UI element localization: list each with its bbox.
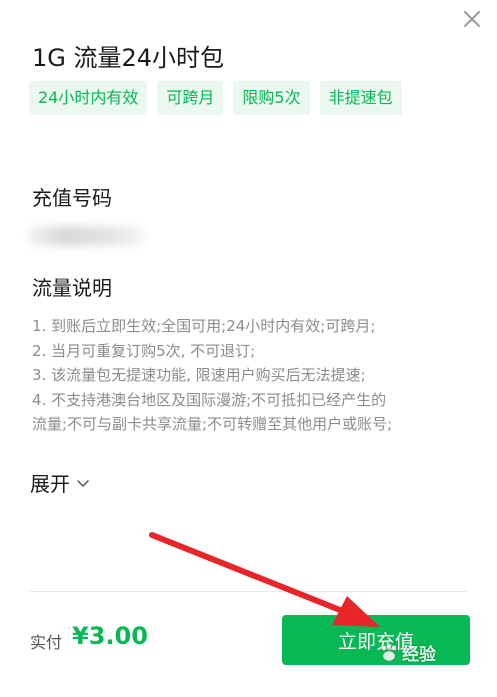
package-tags: 24小时内有效 可跨月 限购5次 非提速包 <box>29 81 402 115</box>
recharge-now-button[interactable]: 立即充值 <box>282 615 470 665</box>
description-line: 3. 该流量包无提速功能, 限速用户购买后无法提速; <box>32 366 366 384</box>
description-line: 2. 当月可重复订购5次, 不可退订; <box>32 341 256 360</box>
close-button[interactable] <box>461 8 483 30</box>
tag-validity: 24小时内有效 <box>29 81 148 115</box>
footer-divider <box>30 591 467 592</box>
chevron-down-icon <box>77 479 89 487</box>
description-label: 流量说明 <box>32 276 112 300</box>
watermark: 经验 <box>378 640 436 665</box>
recharge-number-value-blurred <box>28 226 148 246</box>
expand-button[interactable]: 展开 <box>30 468 90 497</box>
paw-icon <box>381 642 397 661</box>
pay-amount: ¥3.00 <box>72 622 148 650</box>
recharge-number-label: 充值号码 <box>32 186 112 210</box>
expand-label: 展开 <box>30 472 70 496</box>
watermark-text: 经验 <box>402 645 436 665</box>
tag-cross-month: 可跨月 <box>157 81 224 115</box>
close-icon <box>464 11 480 27</box>
package-detail-sheet: 1G 流量24小时包 24小时内有效 可跨月 限购5次 非提速包 充值号码 流量… <box>0 0 497 697</box>
description-list: 1. 到账后立即生效;全国可用;24小时内有效;可跨月; 2. 当月可重复订购5… <box>32 314 477 437</box>
description-line: 4. 不支持港澳台地区及国际漫游;不可抵扣已经产生的 <box>32 390 387 409</box>
description-line: 流量;不可与副卡共享流量;不可转赠至其他用户或账号; <box>32 415 393 433</box>
description-line: 1. 到账后立即生效;全国可用;24小时内有效;可跨月; <box>32 317 376 335</box>
pay-label: 实付 <box>30 633 63 652</box>
package-title: 1G 流量24小时包 <box>32 44 225 72</box>
tag-purchase-limit: 限购5次 <box>233 81 310 115</box>
tag-non-speedup: 非提速包 <box>319 81 402 115</box>
